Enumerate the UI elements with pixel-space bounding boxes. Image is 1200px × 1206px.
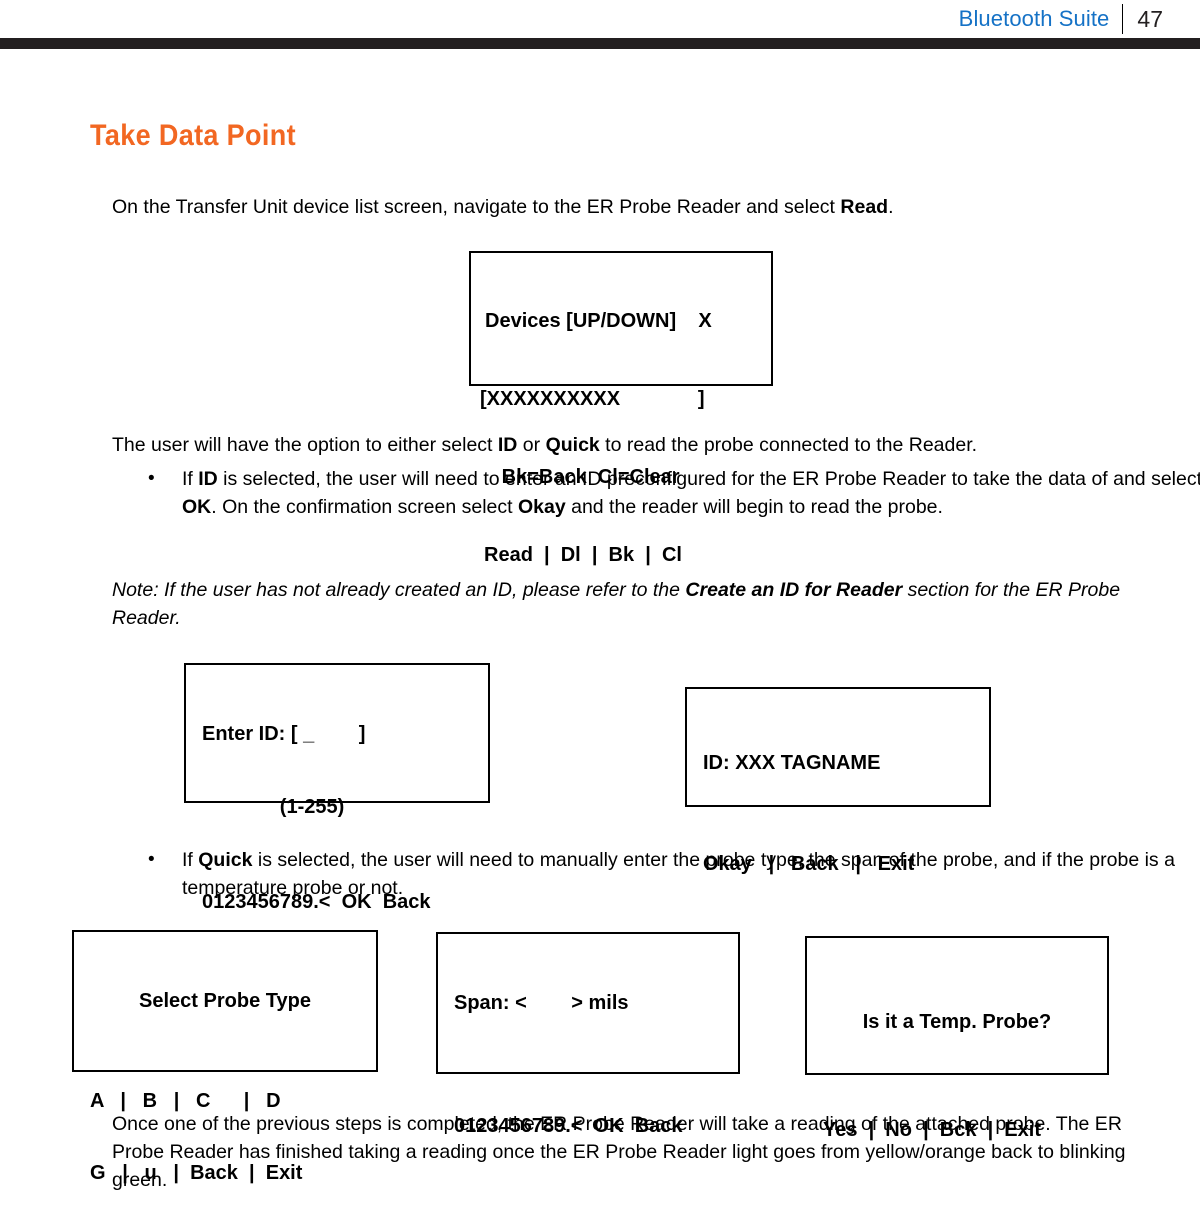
option-text-pre: The user will have the option to either … — [112, 434, 498, 456]
devices-line-2: [XXXXXXXXXX ] — [480, 388, 705, 410]
page-header: Bluetooth Suite 47 — [0, 0, 1200, 38]
list-item: • If ID is selected, the user will need … — [142, 465, 1200, 521]
bullet-id-pre: If — [182, 468, 199, 490]
lcd-screen-span: Span: < > mils 0123456789.< OK Back — [436, 932, 740, 1136]
bullet-icon: • — [148, 468, 155, 489]
probe-type-line-2: A | B | C | D — [90, 1090, 281, 1112]
note-text-pre: Note: If the user has not already create… — [112, 579, 686, 601]
bullet-id-mid2: . On the confirmation screen select — [211, 496, 518, 518]
option-paragraph: The user will have the option to either … — [112, 431, 1172, 459]
document-title: Bluetooth Suite — [958, 6, 1110, 31]
bullet-id-bold-ok: OK — [182, 496, 212, 518]
option-text-post: to read the probe connected to the Reade… — [599, 434, 978, 456]
page-title: Take Data Point — [90, 119, 296, 152]
page-number: 47 — [1137, 5, 1163, 32]
option-text-mid: or — [517, 434, 546, 456]
temp-probe-question: Is it a Temp. Probe? — [862, 1011, 1052, 1033]
bullet-icon: • — [148, 849, 155, 870]
devices-line-4-menu: Read | Dl | Bk | Cl — [484, 544, 682, 566]
devices-line-1: Devices [UP/DOWN] X — [485, 310, 712, 332]
confirm-id-line-1: ID: XXX TAGNAME — [703, 752, 881, 774]
header-rule — [0, 38, 1200, 49]
lcd-screen-probe-type: Select Probe Type A | B | C | D G | u | … — [72, 930, 378, 1183]
bullet-id-bold-id: ID — [198, 468, 218, 490]
lcd-screen-confirm-id: ID: XXX TAGNAME Okay | Back | Exit — [685, 687, 991, 874]
lcd-screen-temp-probe: Is it a Temp. Probe? Yes | No | Bck | Ex… — [805, 936, 1109, 1140]
intro-paragraph: On the Transfer Unit device list screen,… — [112, 193, 1172, 221]
lcd-screen-devices: Devices [UP/DOWN] X [XXXXXXXXXX ] Bk=Bac… — [469, 251, 773, 565]
bullet-id-post: and the reader will begin to read the pr… — [565, 496, 943, 518]
bullet-quick-post: is selected, the user will need to manua… — [182, 849, 1175, 899]
note-paragraph: Note: If the user has not already create… — [112, 576, 1167, 632]
bullet-id-bold-okay: Okay — [517, 496, 566, 518]
option-bold-quick: Quick — [545, 434, 600, 456]
bullet-id-mid1: is selected, the user will need to enter… — [217, 468, 1200, 490]
bullet-quick-pre: If — [182, 849, 199, 871]
closing-paragraph: Once one of the previous steps is comple… — [112, 1113, 1126, 1191]
bullet-quick-bold: Quick — [198, 849, 253, 871]
enter-id-line-2-range: (1-255) — [202, 796, 345, 818]
intro-bold-read: Read — [840, 196, 889, 218]
intro-text-post: . — [888, 196, 894, 218]
span-line-1: Span: < > mils — [454, 992, 629, 1014]
lcd-screen-enter-id: Enter ID: [ _ ] (1-255) 0123456789.< OK … — [184, 663, 490, 912]
intro-text-pre: On the Transfer Unit device list screen,… — [112, 196, 841, 218]
probe-type-title: Select Probe Type — [139, 990, 311, 1012]
enter-id-line-1: Enter ID: [ _ ] — [202, 723, 366, 745]
note-bold-reference: Create an ID for Reader — [685, 579, 903, 601]
list-item: • If Quick is selected, the user will ne… — [142, 846, 1200, 902]
option-bold-id: ID — [497, 434, 518, 456]
